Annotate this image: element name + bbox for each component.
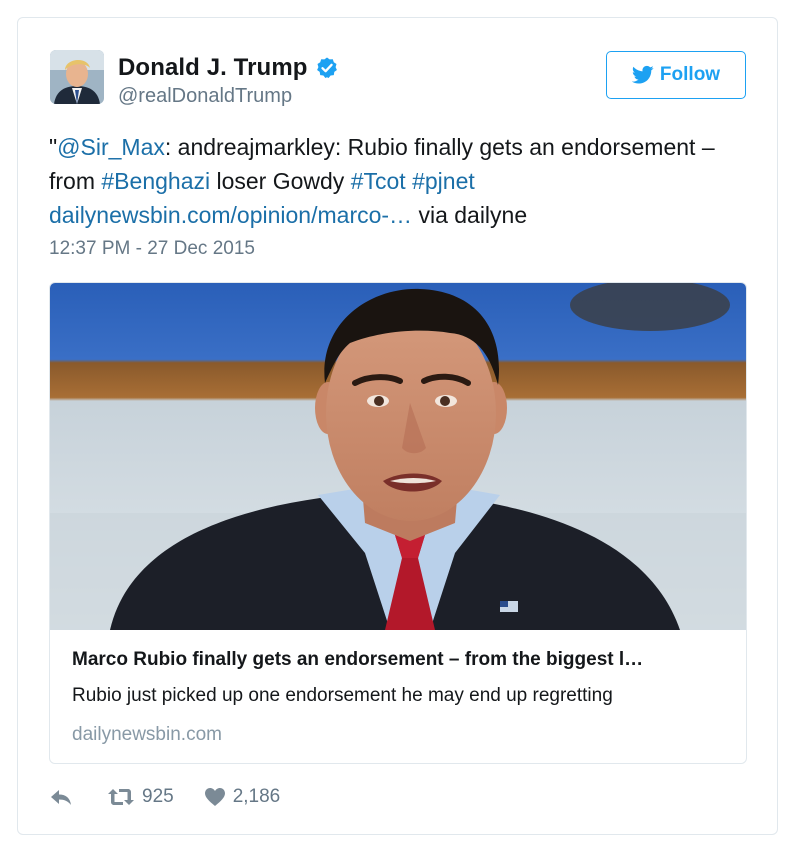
retweet-count: 925 — [142, 786, 174, 807]
twitter-bird-icon — [631, 65, 654, 85]
like-button[interactable]: 2,186 — [204, 786, 281, 808]
follow-label: Follow — [659, 64, 721, 85]
retweet-icon — [107, 787, 135, 807]
link-preview-info: Marco Rubio finally gets an endorsement … — [72, 649, 732, 746]
reply-icon — [49, 787, 73, 807]
avatar[interactable] — [50, 50, 104, 104]
hashtag-tcot-link[interactable]: #Tcot — [351, 168, 406, 194]
display-name[interactable]: Donald J. Trump — [118, 54, 308, 82]
link-preview-description: Rubio just picked up one endorsement he … — [72, 685, 613, 706]
retweet-button[interactable]: 925 — [107, 786, 174, 808]
heart-icon — [204, 787, 226, 807]
reply-button[interactable] — [49, 787, 73, 807]
tweet-timestamp[interactable]: 12:37 PM - 27 Dec 2015 — [49, 238, 255, 260]
tweet-actions: 925 2,186 — [49, 786, 280, 808]
mention-link[interactable]: @Sir_Max — [57, 134, 165, 160]
article-url-link[interactable]: dailynewsbin.com/opinion/marco-… — [49, 202, 412, 228]
like-count: 2,186 — [232, 786, 281, 807]
hashtag-benghazi-link[interactable]: #Benghazi — [101, 168, 210, 194]
tweet-text-segment: loser Gowdy — [210, 168, 351, 194]
tweet-card: Donald J. Trump @realDonaldTrump Follow … — [17, 17, 778, 835]
author-handle[interactable]: @realDonaldTrump — [118, 85, 292, 108]
hashtag-pjnet-link[interactable]: #pjnet — [412, 168, 475, 194]
link-preview-domain: dailynewsbin.com — [72, 724, 222, 745]
follow-button[interactable]: Follow — [606, 51, 746, 99]
quote-mark: " — [49, 134, 58, 160]
tweet-text: "@Sir_Max: andreajmarkley: Rubio finally… — [49, 130, 749, 232]
author-name-row: Donald J. Trump — [118, 54, 339, 82]
link-preview-image — [50, 283, 746, 630]
tweet-text-segment: via dailyne — [412, 202, 528, 228]
link-preview-title: Marco Rubio finally gets an endorsement … — [72, 649, 644, 670]
verified-badge-icon — [315, 56, 339, 80]
link-preview-card[interactable]: Marco Rubio finally gets an endorsement … — [49, 282, 747, 764]
